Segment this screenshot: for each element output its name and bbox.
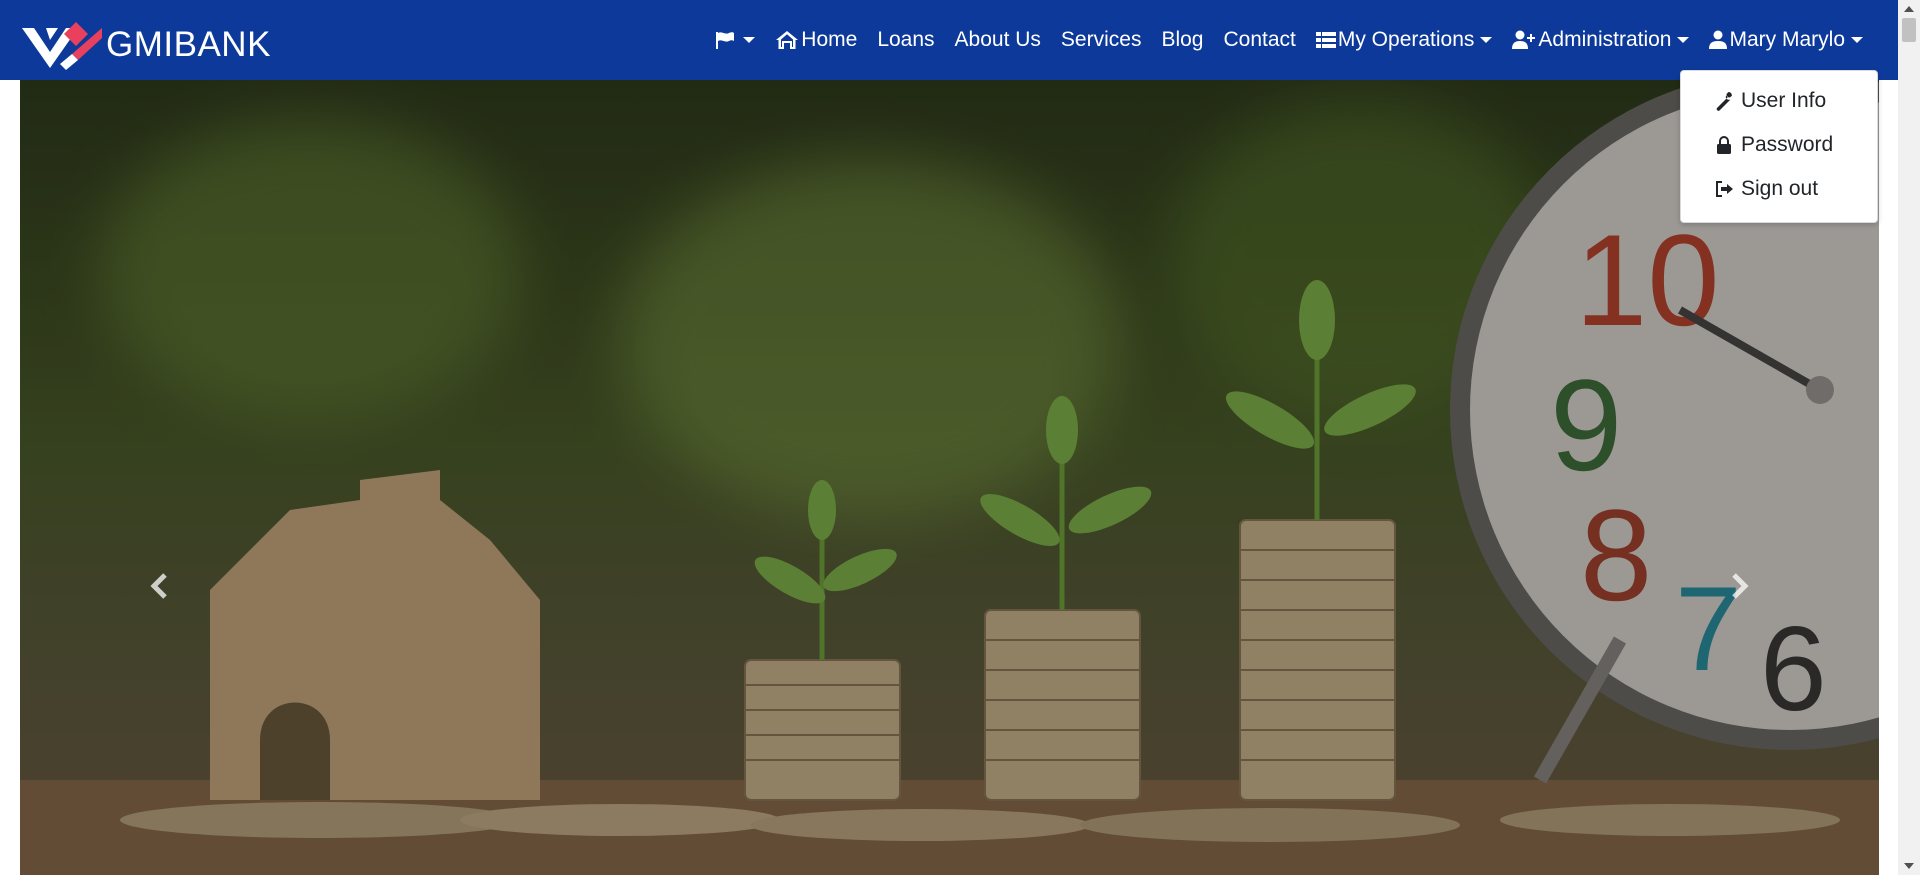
chevron-left-icon: [149, 572, 169, 605]
menu-item-sign-out[interactable]: Sign out: [1681, 167, 1877, 211]
sign-out-icon: [1713, 178, 1735, 200]
vertical-scrollbar[interactable]: [1898, 0, 1920, 875]
brand-logo[interactable]: GMIBANK: [20, 14, 271, 75]
hero-overlay: [20, 80, 1879, 875]
nav-about[interactable]: About Us: [945, 0, 1051, 80]
hero-carousel: 10 9 8 7 6: [20, 80, 1879, 875]
carousel-prev-button[interactable]: [129, 558, 189, 618]
nav-blog-label: Blog: [1161, 28, 1204, 51]
gmibank-logo-icon: [20, 14, 104, 75]
nav-services[interactable]: Services: [1051, 0, 1152, 80]
top-navbar: GMIBANK Home Loans About Us Services Blo…: [0, 0, 1898, 80]
nav-contact-label: Contact: [1223, 28, 1296, 51]
nav-loans[interactable]: Loans: [867, 0, 944, 80]
scroll-up-arrow-icon[interactable]: [1904, 6, 1914, 12]
chevron-down-icon: [1851, 37, 1863, 43]
nav-about-label: About Us: [954, 28, 1041, 51]
nav-home-label: Home: [801, 28, 858, 51]
language-dropdown[interactable]: [705, 0, 765, 80]
chevron-right-icon: [1730, 572, 1750, 605]
table-list-icon: [1315, 31, 1336, 49]
menu-item-password[interactable]: Password: [1681, 123, 1877, 167]
user-plus-icon: [1512, 30, 1536, 50]
menu-item-label: Sign out: [1741, 177, 1819, 200]
home-icon: [775, 30, 799, 50]
chevron-down-icon: [743, 37, 756, 43]
menu-item-label: Password: [1741, 133, 1834, 156]
nav-administration-label: Administration: [1538, 28, 1672, 51]
nav-user-account[interactable]: Mary Marylo: [1699, 0, 1873, 80]
menu-item-label: User Info: [1741, 89, 1827, 112]
nav-blog[interactable]: Blog: [1151, 0, 1213, 80]
scroll-thumb[interactable]: [1902, 18, 1916, 42]
carousel-next-button[interactable]: [1710, 558, 1770, 618]
chevron-down-icon: [1480, 37, 1493, 43]
brand-name: GMIBANK: [106, 24, 271, 64]
nav-contact[interactable]: Contact: [1213, 0, 1305, 80]
scroll-down-arrow-icon[interactable]: [1904, 863, 1914, 869]
nav-services-label: Services: [1060, 28, 1142, 51]
nav-administration[interactable]: Administration: [1502, 0, 1699, 80]
user-account-menu: User Info Password Sign out: [1680, 70, 1878, 223]
menu-item-user-info[interactable]: User Info: [1681, 79, 1877, 123]
flag-icon: [715, 31, 735, 49]
wrench-icon: [1713, 90, 1735, 112]
nav-user-name: Mary Marylo: [1729, 28, 1845, 51]
nav-my-operations-label: My Operations: [1337, 28, 1475, 51]
nav-home[interactable]: Home: [765, 0, 867, 80]
nav-loans-label: Loans: [877, 28, 935, 51]
lock-icon: [1713, 134, 1735, 156]
nav-my-operations[interactable]: My Operations: [1306, 0, 1503, 80]
user-icon: [1709, 30, 1728, 50]
chevron-down-icon: [1677, 37, 1690, 43]
nav-menu: Home Loans About Us Services Blog Contac…: [705, 0, 1873, 80]
